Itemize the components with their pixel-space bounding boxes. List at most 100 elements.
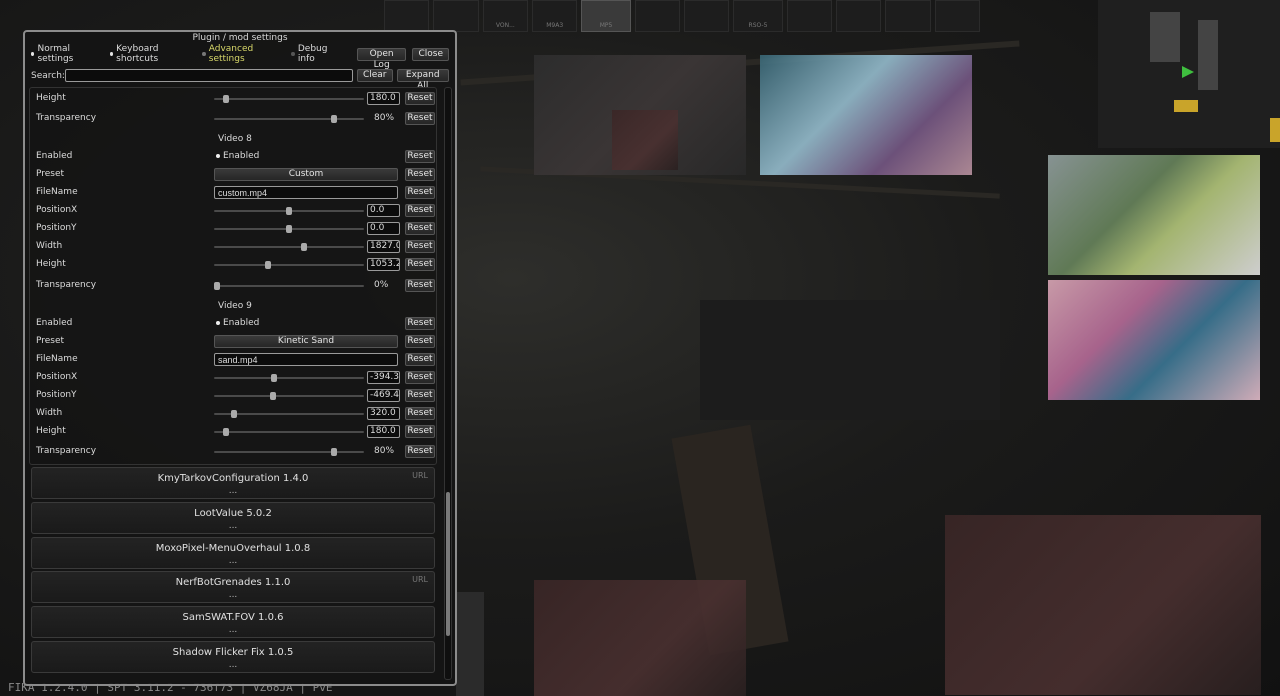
height-value-field[interactable]: 1053.23	[367, 258, 400, 271]
clear-button[interactable]: Clear	[356, 69, 393, 82]
close-button[interactable]: Close	[412, 47, 449, 61]
reset-button[interactable]: Reset	[405, 335, 435, 348]
search-input[interactable]	[64, 69, 353, 82]
plugin-collapsed-indicator: ...	[228, 486, 238, 496]
reset-button[interactable]: Reset	[405, 92, 435, 105]
expand-all-button[interactable]: Expand All	[396, 69, 449, 91]
tab-debug-info[interactable]: Debug info	[291, 44, 340, 64]
width-value-field[interactable]: 1827.04	[367, 240, 400, 253]
width-slider[interactable]	[214, 243, 364, 251]
reset-button[interactable]: Reset	[405, 204, 435, 217]
slider-knob[interactable]	[265, 261, 271, 269]
positionx-slider[interactable]	[214, 374, 364, 382]
preset-selector[interactable]: Custom	[214, 168, 398, 181]
reset-button[interactable]: Reset	[405, 150, 435, 163]
settings-list[interactable]: Height 180.0 Reset Transparency 80% Rese…	[29, 87, 439, 680]
height-slider[interactable]	[214, 428, 364, 436]
settings-scrollbar[interactable]	[444, 87, 452, 680]
setting-label: Height	[36, 93, 66, 103]
reset-button[interactable]: Reset	[405, 389, 435, 402]
reset-button[interactable]: Reset	[405, 186, 435, 199]
transparency-slider[interactable]	[214, 448, 364, 456]
setting-row-enabled: Enabled Enabled Reset	[34, 150, 435, 164]
setting-label: FileName	[36, 354, 78, 364]
reset-button[interactable]: Reset	[405, 353, 435, 366]
reset-button[interactable]: Reset	[405, 425, 435, 438]
reset-button[interactable]: Reset	[405, 222, 435, 235]
transparency-slider[interactable]	[214, 282, 364, 290]
slider-knob[interactable]	[286, 207, 292, 215]
height-slider[interactable]	[214, 261, 364, 269]
weapon-slot[interactable]	[433, 0, 479, 32]
enabled-toggle[interactable]: Enabled	[216, 151, 259, 161]
transparency-slider[interactable]	[214, 115, 364, 123]
tab-label: Normal settings	[37, 44, 74, 64]
reset-button[interactable]: Reset	[405, 407, 435, 420]
weapon-slot[interactable]: RSO-5	[733, 0, 783, 32]
slider-knob[interactable]	[286, 225, 292, 233]
weapon-slot[interactable]	[835, 0, 882, 32]
reset-button[interactable]: Reset	[405, 317, 435, 330]
weapon-slot[interactable]	[934, 0, 980, 32]
plugin-header-shadow-flicker-fix[interactable]: Shadow Flicker Fix 1.0.5 ...	[31, 641, 435, 673]
slider-knob[interactable]	[223, 428, 229, 436]
width-value-field[interactable]: 320.0	[367, 407, 400, 420]
positionx-slider[interactable]	[214, 207, 364, 215]
reset-button[interactable]: Reset	[405, 240, 435, 253]
plugin-header-samswat-fov[interactable]: SamSWAT.FOV 1.0.6 ...	[31, 606, 435, 638]
slider-knob[interactable]	[331, 448, 337, 456]
preset-selector[interactable]: Kinetic Sand	[214, 335, 398, 348]
slider-knob[interactable]	[271, 374, 277, 382]
positionx-value-field[interactable]: 0.0	[367, 204, 400, 217]
setting-label: PositionX	[36, 205, 78, 215]
height-value-field[interactable]: 180.0	[367, 425, 400, 438]
plugin-name: NerfBotGrenades 1.1.0	[175, 577, 291, 588]
enabled-toggle[interactable]: Enabled	[216, 318, 259, 328]
weapon-slot[interactable]	[885, 0, 931, 32]
checkbox-on-icon	[216, 154, 220, 158]
height-value-field[interactable]: 180.0	[367, 92, 400, 105]
weapon-slot[interactable]: VON...	[482, 0, 529, 32]
tab-normal-settings[interactable]: Normal settings	[31, 44, 100, 64]
plugin-header-lootvalue[interactable]: LootValue 5.0.2 ...	[31, 502, 435, 534]
positiony-value-field[interactable]: 0.0	[367, 222, 400, 235]
plugin-header-kmytarkovconfiguration[interactable]: KmyTarkovConfiguration 1.4.0 ... URL	[31, 467, 435, 499]
open-log-button[interactable]: Open Log	[356, 47, 407, 70]
reset-button[interactable]: Reset	[405, 168, 435, 181]
width-slider[interactable]	[214, 410, 364, 418]
positiony-slider[interactable]	[214, 225, 364, 233]
plugin-url-link[interactable]: URL	[412, 575, 428, 584]
slider-knob[interactable]	[269, 392, 276, 400]
weapon-slot[interactable]: M9A3	[532, 0, 578, 32]
positiony-slider[interactable]	[214, 392, 364, 400]
filename-input[interactable]	[214, 186, 398, 199]
reset-button[interactable]: Reset	[405, 279, 435, 292]
slider-knob[interactable]	[223, 95, 229, 103]
plugin-header-moxopixel-menuoverhaul[interactable]: MoxoPixel-MenuOverhaul 1.0.8 ...	[31, 537, 435, 569]
reset-button[interactable]: Reset	[405, 445, 435, 458]
positionx-value-field[interactable]: -394.36	[367, 371, 400, 384]
weapon-slot-selected[interactable]: MP5	[581, 0, 631, 32]
scrollbar-thumb[interactable]	[446, 492, 450, 636]
tab-advanced-settings[interactable]: Advanced settings	[202, 44, 281, 64]
slider-knob[interactable]	[230, 410, 237, 418]
weapon-slot[interactable]	[634, 0, 680, 32]
height-slider[interactable]	[214, 95, 364, 103]
slider-knob[interactable]	[301, 243, 307, 251]
expanded-plugin-settings: Height 180.0 Reset Transparency 80% Rese…	[29, 87, 437, 465]
search-label: Search:	[31, 70, 65, 81]
weapon-slot[interactable]	[384, 0, 430, 32]
slider-knob[interactable]	[214, 282, 220, 290]
reset-button[interactable]: Reset	[405, 258, 435, 271]
slider-knob[interactable]	[331, 115, 337, 123]
reset-button[interactable]: Reset	[405, 112, 435, 125]
reset-button[interactable]: Reset	[405, 371, 435, 384]
filename-input[interactable]	[214, 353, 398, 366]
plugin-url-link[interactable]: URL	[412, 471, 428, 480]
tab-keyboard-shortcuts[interactable]: Keyboard shortcuts	[109, 44, 193, 64]
plugin-header-nerfbotgrenades[interactable]: NerfBotGrenades 1.1.0 ... URL	[31, 571, 435, 603]
weapon-slot[interactable]	[684, 0, 730, 32]
positiony-value-field[interactable]: -469.48	[367, 389, 400, 402]
weapon-slot[interactable]	[786, 0, 832, 32]
setting-label: Transparency	[36, 280, 97, 290]
